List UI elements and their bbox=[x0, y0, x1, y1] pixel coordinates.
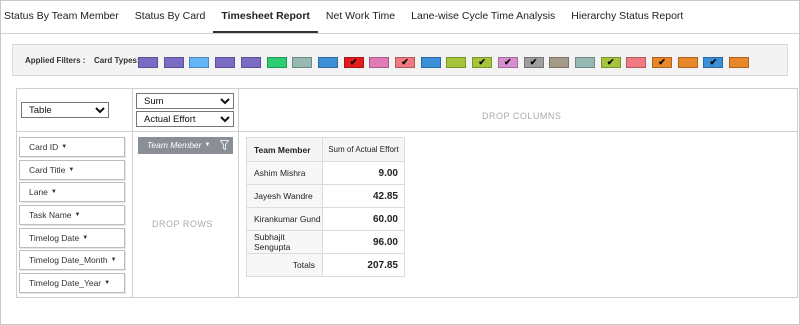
drop-rows-zone[interactable]: DROP ROWS bbox=[152, 219, 213, 229]
table-row: Kirankumar Gund 60.00 bbox=[246, 207, 405, 231]
totals-value: 207.85 bbox=[322, 253, 405, 277]
pivot-divider bbox=[238, 89, 239, 297]
card-type-swatch[interactable] bbox=[626, 57, 647, 68]
dropdown-arrow-icon: ▼ bbox=[61, 144, 68, 151]
table-row: Jayesh Wandre 42.85 bbox=[246, 184, 405, 208]
pivot-result-table: Team Member Sum of Actual Effort Ashim M… bbox=[246, 137, 405, 277]
card-type-swatch[interactable]: ✔ bbox=[600, 57, 621, 68]
row-label: Kirankumar Gund bbox=[246, 207, 323, 231]
card-type-swatch[interactable]: ✔ bbox=[395, 57, 415, 68]
checkmark-icon: ✔ bbox=[478, 57, 486, 67]
card-type-swatch[interactable] bbox=[446, 57, 467, 68]
checkmark-icon: ✔ bbox=[401, 57, 409, 67]
tab-status-by-team-member[interactable]: Status By Team Member bbox=[1, 0, 127, 33]
field-timelog-date[interactable]: Timelog Date ▼ bbox=[19, 228, 125, 248]
checkmark-icon: ✔ bbox=[504, 57, 512, 67]
pivot-divider bbox=[238, 131, 798, 132]
checkmark-icon: ✔ bbox=[606, 57, 615, 67]
aggregator-select[interactable]: Sum bbox=[136, 93, 234, 109]
field-label: Timelog Date_Month bbox=[29, 255, 108, 265]
filter-icon[interactable] bbox=[220, 140, 229, 151]
field-label: Card Title bbox=[29, 165, 66, 175]
row-field-team-member[interactable]: Team Member ▼ bbox=[138, 137, 233, 154]
card-type-swatch[interactable]: ✔ bbox=[497, 57, 518, 68]
dropdown-arrow-icon: ▼ bbox=[68, 167, 75, 174]
row-value: 60.00 bbox=[322, 207, 405, 231]
field-card-title[interactable]: Card Title ▼ bbox=[19, 160, 125, 180]
field-label: Lane bbox=[29, 187, 48, 197]
tab-status-by-card[interactable]: Status By Card bbox=[127, 0, 214, 33]
checkmark-icon: ✔ bbox=[529, 57, 538, 67]
table-header-row: Team Member Sum of Actual Effort bbox=[246, 137, 405, 162]
card-type-swatch[interactable]: ✔ bbox=[523, 57, 544, 68]
row-field-label: Team Member bbox=[147, 140, 202, 150]
card-type-swatch[interactable] bbox=[677, 57, 698, 68]
dropdown-arrow-icon: ▼ bbox=[82, 235, 89, 242]
dropdown-arrow-icon: ▼ bbox=[104, 280, 111, 287]
pivot-divider bbox=[132, 131, 238, 132]
checkmark-icon: ✔ bbox=[658, 57, 666, 67]
card-type-swatch[interactable] bbox=[549, 57, 570, 68]
card-type-swatch[interactable] bbox=[317, 57, 338, 68]
card-type-swatch[interactable] bbox=[729, 57, 750, 68]
card-types-label: Card Types: bbox=[94, 56, 140, 65]
card-type-swatch[interactable] bbox=[292, 57, 313, 68]
field-card-id[interactable]: Card ID ▼ bbox=[19, 137, 125, 157]
field-lane[interactable]: Lane ▼ bbox=[19, 182, 125, 202]
table-row: Subhajit Sengupta 96.00 bbox=[246, 230, 405, 254]
field-label: Timelog Date_Year bbox=[29, 278, 102, 288]
card-type-swatch[interactable] bbox=[420, 57, 441, 68]
row-label: Jayesh Wandre bbox=[246, 184, 323, 208]
tab-lane-wise-cycle-time[interactable]: Lane-wise Cycle Time Analysis bbox=[403, 0, 563, 33]
totals-row: Totals 207.85 bbox=[246, 253, 405, 277]
card-type-swatch[interactable] bbox=[574, 57, 595, 68]
card-type-swatch[interactable]: ✔ bbox=[652, 57, 672, 68]
card-type-swatch[interactable] bbox=[215, 57, 236, 68]
drop-columns-zone[interactable]: DROP COLUMNS bbox=[482, 111, 561, 121]
card-type-swatch[interactable]: ✔ bbox=[472, 57, 493, 68]
table-row: Ashim Mishra 9.00 bbox=[246, 161, 405, 185]
field-timelog-date-year[interactable]: Timelog Date_Year ▼ bbox=[19, 273, 125, 293]
card-type-swatch[interactable] bbox=[189, 57, 210, 68]
checkmark-icon: ✔ bbox=[709, 57, 718, 67]
field-task-name[interactable]: Task Name ▼ bbox=[19, 205, 125, 225]
checkmark-icon: ✔ bbox=[349, 57, 358, 67]
dropdown-arrow-icon: ▼ bbox=[110, 257, 117, 264]
card-type-swatch[interactable] bbox=[240, 57, 261, 68]
pivot-divider bbox=[17, 131, 132, 132]
tab-net-work-time[interactable]: Net Work Time bbox=[318, 0, 403, 33]
applied-filters-label: Applied Filters : bbox=[25, 56, 86, 65]
card-type-swatch[interactable] bbox=[138, 57, 158, 68]
renderer-select[interactable]: Table bbox=[21, 102, 109, 118]
row-value: 42.85 bbox=[322, 184, 405, 208]
tab-hierarchy-status-report[interactable]: Hierarchy Status Report bbox=[563, 0, 691, 33]
dropdown-arrow-icon: ▼ bbox=[50, 189, 57, 196]
tab-timesheet-report[interactable]: Timesheet Report bbox=[213, 0, 318, 33]
totals-label: Totals bbox=[246, 253, 323, 277]
pivot-divider bbox=[132, 89, 133, 297]
applied-filters-bar: Applied Filters : Card Types: ✔ ✔ ✔ ✔ ✔ ✔ ✔ ✔ bbox=[12, 44, 788, 76]
field-label: Card ID bbox=[29, 142, 59, 152]
card-type-swatch[interactable]: ✔ bbox=[343, 57, 364, 68]
field-label: Timelog Date bbox=[29, 233, 80, 243]
aggregate-field-select[interactable]: Actual Effort bbox=[136, 111, 234, 127]
dropdown-arrow-icon: ▼ bbox=[204, 142, 211, 149]
card-type-swatch[interactable] bbox=[163, 57, 184, 68]
row-header: Team Member bbox=[246, 137, 323, 162]
value-header: Sum of Actual Effort bbox=[322, 137, 405, 162]
row-value: 9.00 bbox=[322, 161, 405, 185]
card-type-swatch[interactable]: ✔ bbox=[703, 57, 724, 68]
report-tabs: Status By Team Member Status By Card Tim… bbox=[1, 0, 799, 34]
card-type-swatch[interactable] bbox=[369, 57, 390, 68]
dropdown-arrow-icon: ▼ bbox=[74, 212, 81, 219]
row-value: 96.00 bbox=[322, 230, 405, 254]
row-label: Ashim Mishra bbox=[246, 161, 323, 185]
row-label: Subhajit Sengupta bbox=[246, 230, 323, 254]
field-label: Task Name bbox=[29, 210, 72, 220]
pivot-table-area bbox=[16, 88, 798, 298]
card-type-swatch[interactable] bbox=[266, 57, 287, 68]
field-timelog-date-month[interactable]: Timelog Date_Month ▼ bbox=[19, 250, 125, 270]
